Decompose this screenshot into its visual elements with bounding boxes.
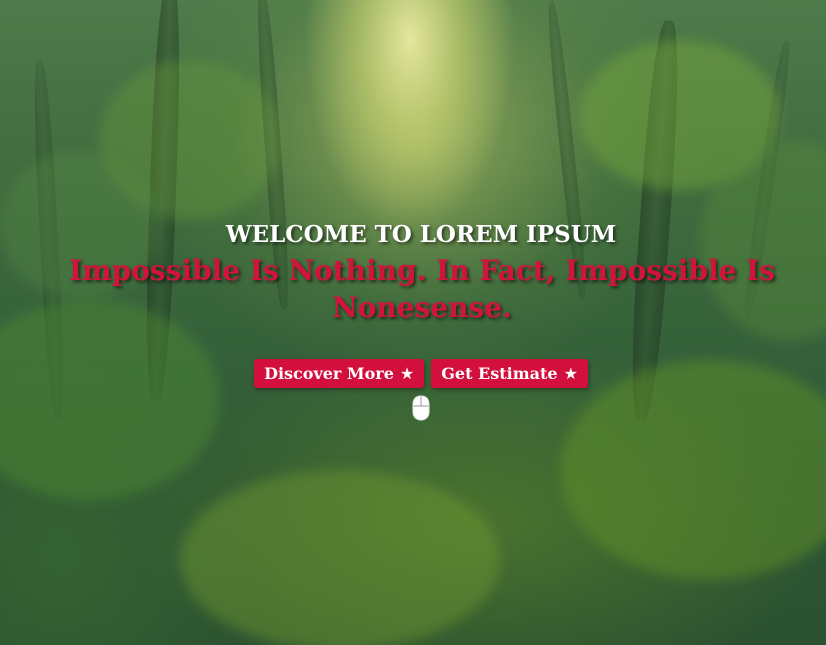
hero-section: WELCOME TO LOREM IPSUM Impossible Is Not…	[0, 0, 826, 645]
get-estimate-label: Get Estimate	[441, 364, 558, 383]
welcome-heading: WELCOME TO LOREM IPSUM	[225, 221, 617, 248]
discover-more-label: Discover More	[264, 364, 394, 383]
hero-buttons: Discover More ★ Get Estimate ★	[0, 359, 826, 388]
foliage	[180, 470, 500, 645]
foliage	[0, 300, 220, 500]
star-icon: ★	[399, 364, 415, 383]
hero-headline: Impossible Is Nothing. In Fact, Impossib…	[68, 254, 776, 324]
star-icon: ★	[563, 364, 578, 383]
discover-more-button[interactable]: Discover More ★	[254, 359, 425, 388]
mouse-icon[interactable]	[411, 395, 431, 421]
foliage	[560, 360, 826, 580]
get-estimate-button[interactable]: Get Estimate ★	[431, 359, 588, 388]
